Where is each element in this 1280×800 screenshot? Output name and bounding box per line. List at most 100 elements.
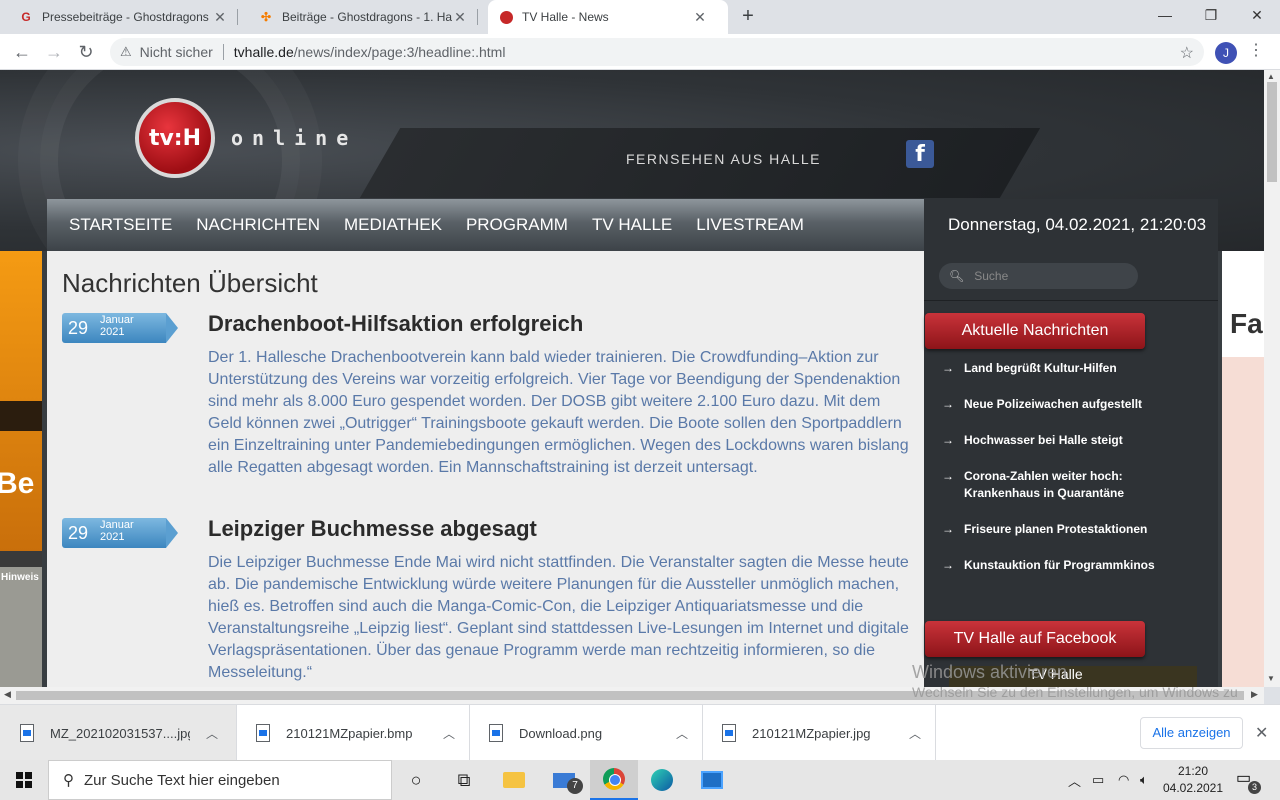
arrow-right-icon: → xyxy=(942,469,954,483)
scroll-left-icon[interactable]: ◀ xyxy=(4,689,11,700)
close-window-icon[interactable]: ✕ xyxy=(1234,0,1280,30)
left-hint-box[interactable]: Hinweis xyxy=(0,567,42,687)
tab-title: TV Halle - News xyxy=(522,10,609,24)
tab-title: Beiträge - Ghostdragons - 1. Hall xyxy=(282,10,452,24)
photos-icon[interactable] xyxy=(688,760,736,800)
divider xyxy=(222,44,224,60)
menu-kebab-icon[interactable]: ⋮ xyxy=(1248,40,1264,60)
volume-icon[interactable]: 🔈︎ xyxy=(1140,760,1148,800)
list-item[interactable]: → Corona-Zahlen weiter hoch: Krankenhaus … xyxy=(942,468,1202,502)
battery-icon[interactable]: ▭ xyxy=(1092,760,1104,800)
right-advertisement-lower[interactable] xyxy=(1222,357,1264,687)
search-icon: 🔍︎ xyxy=(949,269,965,283)
news-link[interactable]: Friseure planen Protestaktionen xyxy=(964,521,1147,538)
tvh-logo[interactable]: tv:H xyxy=(135,98,215,178)
tab-close-icon[interactable]: ✕ xyxy=(212,9,228,26)
news-link[interactable]: Land begrüßt Kultur-Hilfen xyxy=(964,360,1117,377)
nav-nachrichten[interactable]: NACHRICHTEN xyxy=(196,215,320,235)
city-silhouette-decoration xyxy=(0,401,42,431)
scroll-down-icon[interactable]: ▼ xyxy=(1267,674,1275,683)
arrow-right-icon: → xyxy=(942,558,954,572)
nav-mediathek[interactable]: MEDIATHEK xyxy=(344,215,442,235)
nav-tv-halle[interactable]: TV HALLE xyxy=(592,215,672,235)
article-month: Januar xyxy=(100,314,134,326)
scroll-up-icon[interactable]: ▲ xyxy=(1267,72,1275,81)
minimize-icon[interactable]: — xyxy=(1142,0,1188,30)
file-icon xyxy=(722,724,736,742)
download-item[interactable]: Download.png ︿ xyxy=(469,705,702,761)
taskbar-search-input[interactable]: ⚲ Zur Suche Text hier eingeben xyxy=(48,760,392,800)
show-all-downloads-button[interactable]: Alle anzeigen xyxy=(1140,717,1243,749)
tab-tv-halle-news[interactable]: TV Halle - News ✕ xyxy=(488,0,728,34)
profile-avatar[interactable]: J xyxy=(1215,42,1237,64)
security-label: Nicht sicher xyxy=(139,44,213,60)
wifi-icon[interactable]: ◠ xyxy=(1118,760,1129,800)
new-tab-button[interactable]: + xyxy=(736,5,760,29)
news-link[interactable]: Kunstauktion für Programmkinos xyxy=(964,557,1155,574)
task-view-icon[interactable]: ⧉ xyxy=(440,760,488,800)
chevron-up-icon[interactable]: ︿ xyxy=(909,725,921,742)
facebook-icon[interactable]: f xyxy=(906,140,934,168)
chevron-up-icon[interactable]: ︿ xyxy=(206,725,218,742)
file-explorer-icon[interactable] xyxy=(490,760,538,800)
taskbar-search-placeholder: Zur Suche Text hier eingeben xyxy=(84,771,280,789)
downloads-bar: MZ_202102031537....jpg ︿ 210121MZpapier.… xyxy=(0,704,1280,761)
url-domain: tvhalle.de xyxy=(233,44,294,60)
download-item[interactable]: 210121MZpapier.jpg ︿ xyxy=(702,705,935,761)
arrow-right-icon: → xyxy=(942,522,954,536)
article-title[interactable]: Leipziger Buchmesse abgesagt xyxy=(208,516,537,542)
warning-icon: ⚠ xyxy=(120,44,132,59)
tab-bar: G Pressebeiträge - Ghostdragons - ✕ ✣ Be… xyxy=(0,0,1280,34)
nav-startseite[interactable]: STARTSEITE xyxy=(69,215,172,235)
page-title: Nachrichten Übersicht xyxy=(62,268,318,298)
arrow-right-icon: → xyxy=(942,397,954,411)
download-item[interactable]: MZ_202102031537....jpg ︿ xyxy=(0,705,236,761)
news-link[interactable]: Neue Polizeiwachen aufgestellt xyxy=(964,396,1142,413)
back-icon[interactable]: ← xyxy=(10,40,34,64)
address-bar[interactable]: ⚠ Nicht sicher tvhalle.de /news/index/pa… xyxy=(110,38,1204,66)
news-link[interactable]: Hochwasser bei Halle steigt xyxy=(964,432,1123,449)
facebook-heading[interactable]: TV Halle auf Facebook xyxy=(925,621,1145,657)
download-filename: MZ_202102031537....jpg xyxy=(50,725,190,741)
site-search-input[interactable]: 🔍︎ Suche xyxy=(939,263,1138,289)
download-item[interactable]: 210121MZpapier.bmp ︿ xyxy=(236,705,469,761)
tab-beitraege[interactable]: ✣ Beiträge - Ghostdragons - 1. Hall ✕ xyxy=(248,0,478,34)
chevron-up-icon[interactable]: ︿ xyxy=(676,725,688,742)
page-viewport: tv:H online FERNSEHEN AUS HALLE f Be Hin… xyxy=(0,70,1264,687)
nav-programm[interactable]: PROGRAMM xyxy=(466,215,568,235)
current-news-heading[interactable]: Aktuelle Nachrichten xyxy=(925,313,1145,349)
tab-pressebeitraege[interactable]: G Pressebeiträge - Ghostdragons - ✕ xyxy=(8,0,238,34)
start-button[interactable] xyxy=(0,760,48,800)
show-hidden-icons[interactable]: ︿ xyxy=(1068,760,1081,800)
left-advertisement[interactable]: Be xyxy=(0,251,42,551)
cortana-icon[interactable]: ○ xyxy=(392,760,440,800)
chrome-icon[interactable] xyxy=(590,760,638,800)
tab-close-icon[interactable]: ✕ xyxy=(452,9,468,26)
bookmark-star-icon[interactable]: ☆ xyxy=(1180,43,1194,63)
article-month: Januar xyxy=(100,519,134,531)
notification-badge: 3 xyxy=(1248,781,1261,794)
restore-icon[interactable]: ❐ xyxy=(1188,0,1234,30)
right-advertisement[interactable]: Fa xyxy=(1222,251,1264,357)
logo-online-text: online xyxy=(231,126,358,150)
edge-icon[interactable] xyxy=(638,760,686,800)
list-item[interactable]: → Land begrüßt Kultur-Hilfen xyxy=(942,360,1202,377)
chevron-up-icon[interactable]: ︿ xyxy=(443,725,455,742)
url-path: /news/index/page:3/headline:.html xyxy=(293,44,506,60)
vertical-scrollbar[interactable]: ▲ ▼ xyxy=(1264,70,1280,687)
scrollbar-thumb[interactable] xyxy=(1267,82,1277,182)
list-item[interactable]: → Hochwasser bei Halle steigt xyxy=(942,432,1202,449)
list-item[interactable]: → Neue Polizeiwachen aufgestellt xyxy=(942,396,1202,413)
close-downloads-icon[interactable]: ✕ xyxy=(1255,723,1268,743)
forward-icon[interactable]: → xyxy=(42,40,66,64)
taskbar-clock[interactable]: 21:20 04.02.2021 xyxy=(1162,763,1224,797)
article-body: Die Leipziger Buchmesse Ende Mai wird ni… xyxy=(208,554,909,681)
article-title[interactable]: Drachenboot-Hilfsaktion erfolgreich xyxy=(208,311,583,337)
ghostdragons-favicon-icon: G xyxy=(21,10,31,24)
list-item[interactable]: → Friseure planen Protestaktionen xyxy=(942,521,1202,538)
news-link[interactable]: Corona-Zahlen weiter hoch: Krankenhaus i… xyxy=(964,468,1202,502)
reload-icon[interactable]: ↻ xyxy=(74,40,98,64)
tab-close-icon[interactable]: ✕ xyxy=(692,9,708,26)
nav-livestream[interactable]: LIVESTREAM xyxy=(696,215,804,235)
list-item[interactable]: → Kunstauktion für Programmkinos xyxy=(942,557,1202,574)
